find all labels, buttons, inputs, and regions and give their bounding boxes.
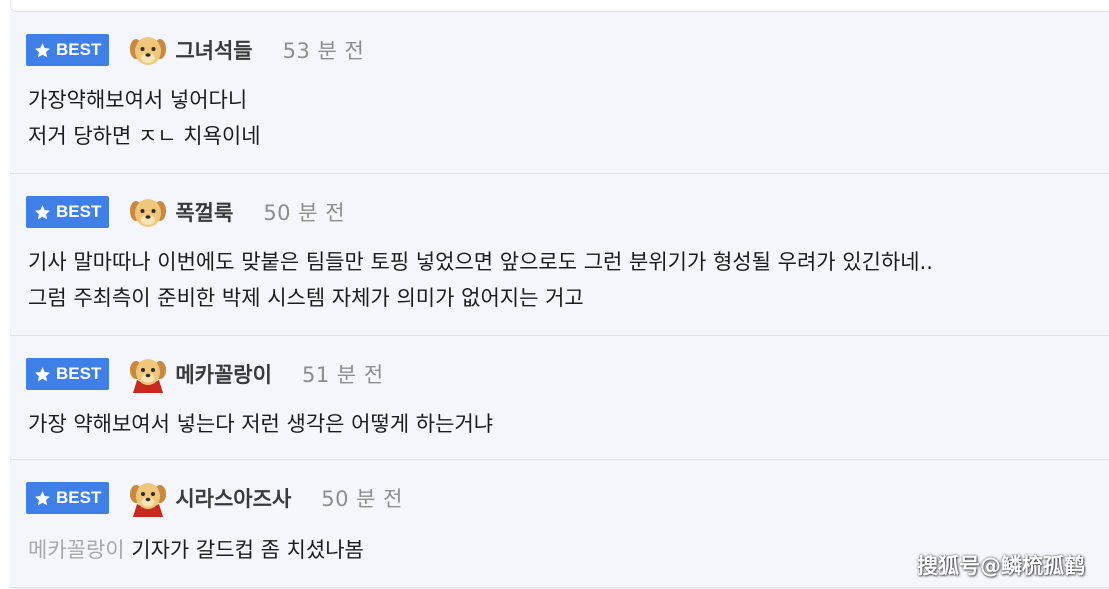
comment-nickname[interactable]: 시라스아즈사 (175, 483, 291, 513)
best-badge: BEST (26, 196, 110, 228)
best-badge-label: BEST (56, 364, 102, 383)
best-badge: BEST (26, 358, 110, 390)
comment-text-line: 저거 당하면 ㅈㄴ 치욕이네 (28, 124, 261, 148)
comment-nickname[interactable]: 그녀석들 (175, 35, 252, 65)
comment-item: BEST 그녀석들 53 분 전 가장약해보여서 넣어다니 저거 당하면 ㅈㄴ … (10, 12, 1109, 174)
comment-text-line: 기사 말마따나 이번에도 맞붙은 팀들만 토핑 넣었으면 앞으로도 그런 분위기… (28, 250, 933, 274)
best-badge: BEST (26, 482, 110, 514)
comment-text: 기자가 갈드컵 좀 치셨나봄 (131, 538, 364, 562)
reply-mention[interactable]: 메카꼴랑이 (28, 538, 125, 562)
star-icon (35, 204, 50, 219)
puppy-avatar-icon[interactable] (127, 29, 169, 71)
comment-item: BEST 폭껄룩 50 분 전 기사 말마따나 이번에도 맞붙은 팀들만 토핑 … (10, 174, 1109, 336)
comment-header: BEST 시라스아즈사 50 분 전 (26, 477, 403, 519)
comment-item: BEST 메카꼴랑이 51 분 전 가장 약해보여서 넣는다 저런 생각은 어떻… (10, 336, 1109, 460)
best-badge-label: BEST (56, 40, 102, 59)
comment-time: 50 분 전 (321, 487, 403, 511)
comment-time: 50 분 전 (263, 201, 346, 225)
comment-time: 51 분 전 (301, 363, 384, 387)
comment-header: BEST 그녀석들 53 분 전 (26, 32, 364, 68)
watermark-text: 搜狐号@鳞梳孤鹤 (917, 554, 1085, 578)
comment-nickname[interactable]: 폭껄룩 (175, 197, 233, 227)
comment-nickname[interactable]: 메카꼴랑이 (175, 359, 272, 389)
comment-text-line: 메카꼴랑이 기자가 갈드컵 좀 치셨나봄 (28, 532, 364, 568)
best-badge: BEST (26, 34, 110, 66)
puppy-cape-avatar-icon[interactable] (127, 477, 169, 519)
previous-panel-edge (10, 0, 1109, 12)
best-comment-list: BEST 그녀석들 53 분 전 가장약해보여서 넣어다니 저거 당하면 ㅈㄴ … (10, 12, 1109, 589)
comment-time: 53 분 전 (282, 39, 365, 63)
star-icon (35, 366, 50, 381)
comment-text-line: 가장약해보여서 넣어다니 (28, 88, 248, 112)
comment-header: BEST 메카꼴랑이 51 분 전 (26, 353, 384, 395)
comment-header: BEST 폭껄룩 50 분 전 (26, 194, 345, 230)
puppy-avatar-icon[interactable] (127, 191, 169, 233)
star-icon (35, 490, 50, 505)
comment-text-line: 그럼 주최측이 준비한 박제 시스템 자체가 의미가 없어지는 거고 (28, 286, 584, 310)
best-badge-label: BEST (56, 202, 102, 221)
star-icon (35, 42, 50, 57)
puppy-cape-avatar-icon[interactable] (127, 353, 169, 395)
best-badge-label: BEST (56, 488, 102, 507)
comment-text-line: 가장 약해보여서 넣는다 저런 생각은 어떻게 하는거냐 (28, 412, 494, 436)
